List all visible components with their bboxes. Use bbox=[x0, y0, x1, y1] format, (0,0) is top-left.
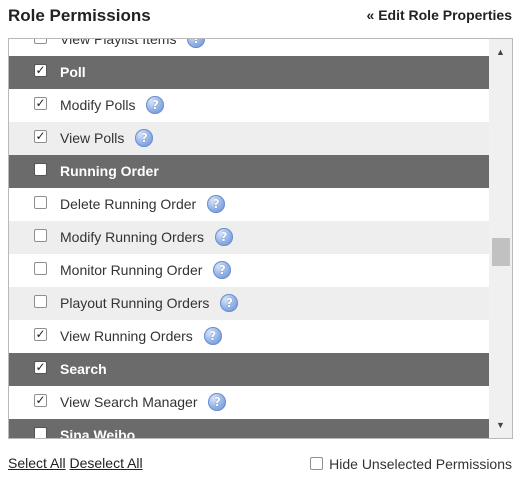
label-text: View Playlist Items bbox=[60, 39, 177, 47]
permission-row[interactable]: Delete Running Order? bbox=[9, 188, 489, 221]
label-text: Modify Running Orders bbox=[60, 229, 204, 245]
help-icon[interactable]: ? bbox=[187, 39, 206, 48]
help-icon[interactable]: ? bbox=[146, 95, 165, 114]
group-label: Poll bbox=[60, 64, 86, 80]
permission-row[interactable]: Playout Running Orders? bbox=[9, 287, 489, 320]
permission-label: View Search Manager? bbox=[60, 392, 227, 411]
help-icon[interactable]: ? bbox=[135, 128, 154, 147]
permission-group-row[interactable]: Running Order bbox=[9, 155, 489, 188]
permissions-panel: View Playlist Items?✓Poll✓Modify Polls?✓… bbox=[8, 38, 513, 439]
permission-group-row[interactable]: ✓ Search bbox=[9, 353, 489, 386]
group-label: Running Order bbox=[60, 163, 159, 179]
permission-label: View Running Orders? bbox=[60, 326, 222, 345]
deselect-all-link[interactable]: Deselect All bbox=[69, 455, 142, 471]
permission-row[interactable]: ✓ View Polls? bbox=[9, 122, 489, 155]
permission-checkbox[interactable] bbox=[34, 262, 47, 275]
permission-group-row[interactable]: Sina Weibo bbox=[9, 419, 489, 438]
permission-checkbox[interactable]: ✓ bbox=[34, 328, 47, 341]
label-text: Sina Weibo bbox=[60, 427, 136, 438]
label-text: Search bbox=[60, 361, 107, 377]
permission-row[interactable]: ✓ View Search Manager? bbox=[9, 386, 489, 419]
label-text: View Polls bbox=[60, 130, 125, 146]
select-all-link[interactable]: Select All bbox=[8, 455, 66, 471]
group-label: Search bbox=[60, 361, 107, 377]
permission-label: Modify Polls? bbox=[60, 95, 165, 114]
page-title: Role Permissions bbox=[8, 6, 151, 25]
label-text: Playout Running Orders bbox=[60, 295, 210, 311]
group-checkbox[interactable]: ✓ bbox=[34, 64, 47, 77]
permission-checkbox[interactable] bbox=[34, 39, 47, 44]
scroll-up-arrow-icon[interactable]: ▲ bbox=[489, 42, 512, 62]
help-icon[interactable]: ? bbox=[208, 392, 227, 411]
help-icon[interactable]: ? bbox=[220, 293, 239, 312]
permission-group-row[interactable]: ✓ Poll bbox=[9, 56, 489, 89]
permission-label: View Playlist Items? bbox=[60, 39, 206, 48]
footer-links: Select All Deselect All bbox=[8, 455, 143, 471]
permission-row[interactable]: ✓ View Running Orders? bbox=[9, 320, 489, 353]
permission-checkbox[interactable] bbox=[34, 229, 47, 242]
help-icon[interactable]: ? bbox=[214, 227, 233, 246]
hide-unselected-checkbox[interactable] bbox=[310, 457, 324, 470]
label-text: Running Order bbox=[60, 163, 159, 179]
label-text: View Running Orders bbox=[60, 328, 193, 344]
help-icon[interactable]: ? bbox=[207, 194, 226, 213]
permission-row[interactable]: View Playlist Items? bbox=[9, 39, 489, 56]
group-checkbox[interactable]: ✓ bbox=[34, 361, 47, 374]
scrollbar[interactable]: ▲ ▼ bbox=[489, 39, 512, 438]
permission-label: View Polls? bbox=[60, 128, 154, 147]
label-text: Delete Running Order bbox=[60, 196, 197, 212]
label-text: Monitor Running Order bbox=[60, 262, 203, 278]
permission-label: Playout Running Orders? bbox=[60, 293, 239, 312]
label-text: Poll bbox=[60, 64, 86, 80]
permission-label: Delete Running Order? bbox=[60, 194, 226, 213]
permission-checkbox[interactable]: ✓ bbox=[34, 97, 47, 110]
group-label: Sina Weibo bbox=[60, 427, 135, 438]
help-icon[interactable]: ? bbox=[203, 326, 222, 345]
permission-checkbox[interactable] bbox=[34, 295, 47, 308]
permission-checkbox[interactable]: ✓ bbox=[34, 394, 47, 407]
hide-unselected-toggle[interactable]: Hide Unselected Permissions bbox=[310, 456, 512, 472]
edit-role-properties-link[interactable]: « Edit Role Properties bbox=[367, 7, 512, 23]
scroll-thumb[interactable] bbox=[492, 238, 510, 266]
permission-row[interactable]: Modify Running Orders? bbox=[9, 221, 489, 254]
label-text: Modify Polls bbox=[60, 97, 136, 113]
permission-checkbox[interactable] bbox=[34, 196, 47, 209]
scroll-down-arrow-icon[interactable]: ▼ bbox=[489, 415, 512, 435]
permissions-list: View Playlist Items?✓Poll✓Modify Polls?✓… bbox=[9, 39, 489, 438]
permission-checkbox[interactable]: ✓ bbox=[34, 130, 47, 143]
group-checkbox[interactable] bbox=[34, 163, 47, 176]
permission-label: Modify Running Orders? bbox=[60, 227, 233, 246]
hide-unselected-label: Hide Unselected Permissions bbox=[329, 456, 512, 472]
header: Role Permissions « Edit Role Properties bbox=[0, 0, 532, 32]
permission-row[interactable]: ✓ Modify Polls? bbox=[9, 89, 489, 122]
label-text: View Search Manager bbox=[60, 394, 198, 410]
permissions-viewport: View Playlist Items?✓Poll✓Modify Polls?✓… bbox=[9, 39, 489, 438]
group-checkbox[interactable] bbox=[34, 427, 47, 438]
help-icon[interactable]: ? bbox=[213, 260, 232, 279]
permission-label: Monitor Running Order? bbox=[60, 260, 232, 279]
permission-row[interactable]: Monitor Running Order? bbox=[9, 254, 489, 287]
